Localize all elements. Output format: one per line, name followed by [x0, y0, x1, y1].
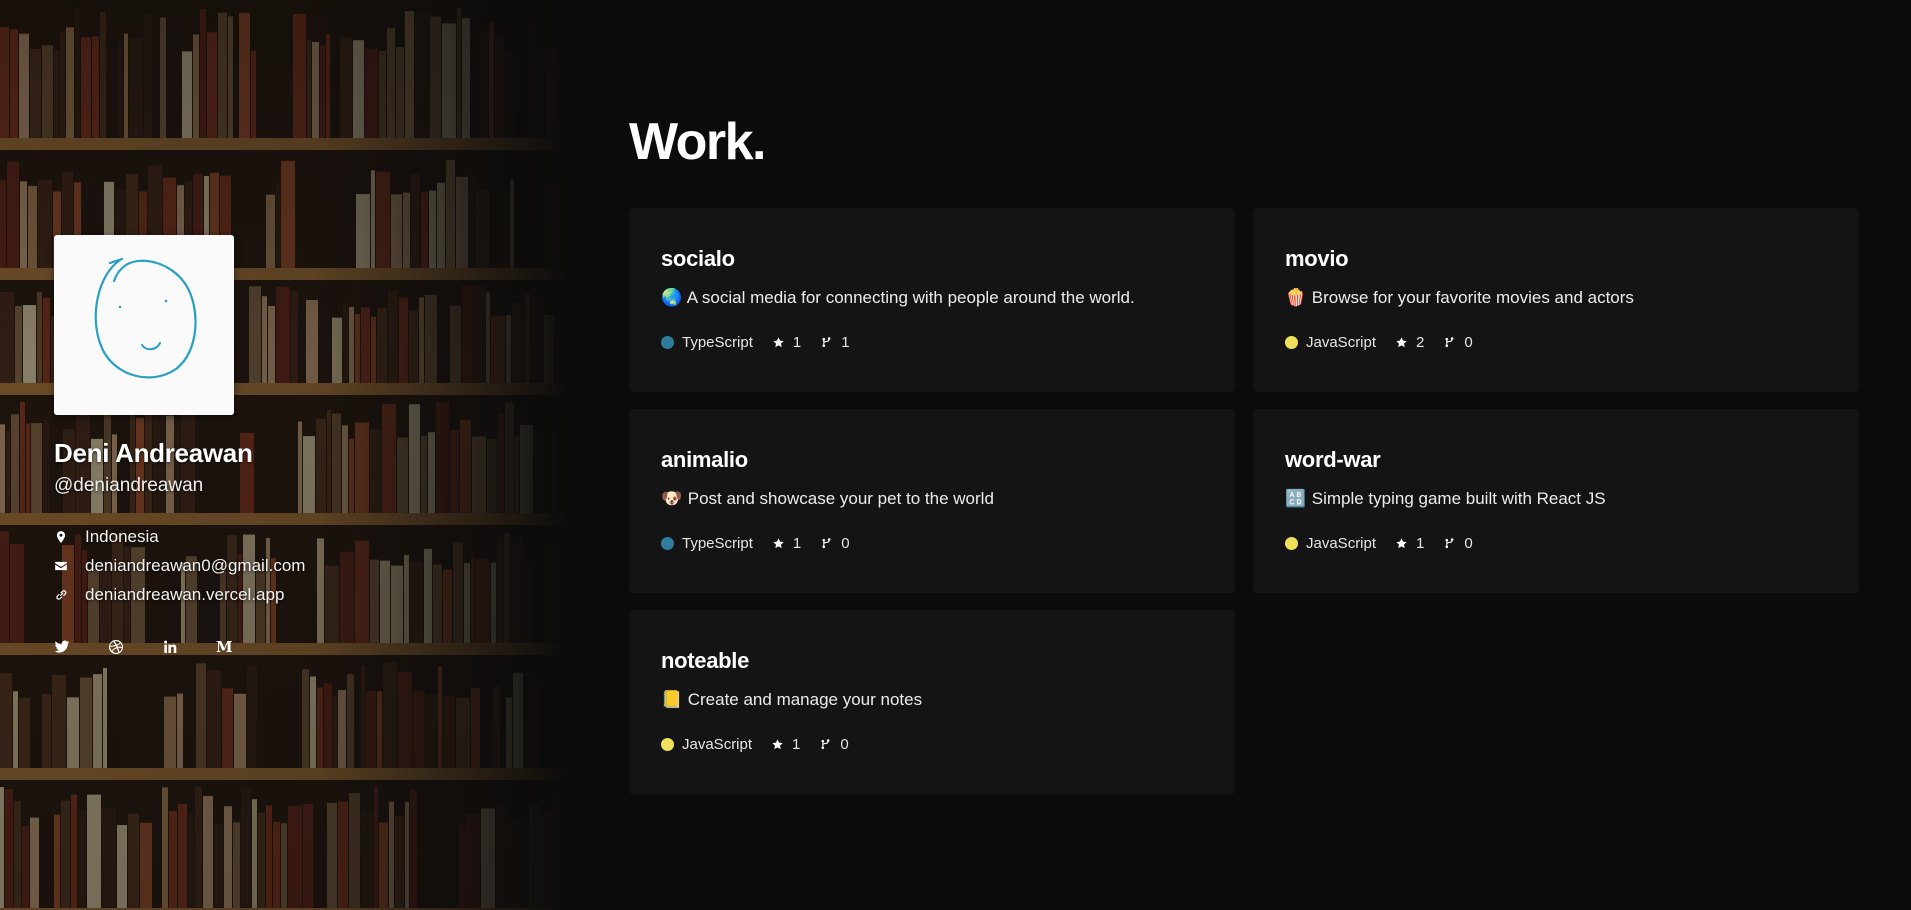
repo-language: JavaScript [682, 736, 753, 753]
repo-stars: 1 [792, 736, 801, 753]
repo-language: JavaScript [1306, 334, 1377, 351]
work-section: Work. socialo 🌏 A social media for connec… [572, 0, 1911, 910]
repo-meta: TypeScript 1 0 [661, 535, 869, 552]
repo-description-text: Create and manage your notes [687, 690, 923, 709]
repo-title[interactable]: socialo [661, 246, 735, 272]
repo-description-text: A social media for connecting with peopl… [686, 288, 1135, 307]
language-dot [1285, 537, 1298, 550]
repo-description: 🍿 Browse for your favorite movies and ac… [1285, 288, 1634, 308]
repo-description: 🔠 Simple typing game built with React JS [1285, 489, 1606, 509]
linkedin-link[interactable] [162, 637, 216, 657]
repo-description: 📒 Create and manage your notes [661, 690, 922, 710]
social-links: M [54, 637, 270, 657]
repo-language: JavaScript [1306, 535, 1377, 552]
profile-handle: @deniandreawan [54, 475, 204, 496]
dribbble-icon [109, 640, 123, 654]
hand-drawn-smiley-avatar [94, 257, 197, 379]
repo-description-text: Post and showcase your pet to the world [687, 489, 994, 508]
repo-stars: 1 [792, 334, 802, 351]
repo-card-word-war[interactable]: word-war 🔠 Simple typing game built with … [1253, 409, 1859, 593]
dribbble-link[interactable] [108, 637, 162, 657]
star-icon [772, 537, 785, 550]
linkedin-icon [164, 640, 177, 653]
language-dot [661, 537, 674, 550]
repo-forks: 0 [841, 535, 850, 552]
repo-language: TypeScript [682, 334, 753, 351]
profile-name: Deni Andreawan [54, 438, 253, 468]
star-icon [1395, 336, 1408, 349]
repo-emoji: 🍿 [1285, 288, 1307, 307]
website-row[interactable]: deniandreawan.vercel.app [54, 580, 305, 609]
location-text: Indonesia [85, 526, 159, 546]
repo-card-noteable[interactable]: noteable 📒 Create and manage your notes Ja… [629, 610, 1235, 794]
repo-description-text: Simple typing game built with React JS [1311, 489, 1606, 508]
portfolio-page: Deni Andreawan @deniandreawan Indonesia … [0, 0, 1911, 910]
repo-stars: 1 [792, 535, 802, 552]
fork-icon [1443, 537, 1456, 550]
fork-icon [820, 537, 833, 550]
repo-emoji: 🐶 [661, 489, 683, 508]
language-dot [661, 336, 674, 349]
language-dot [1285, 336, 1298, 349]
repo-forks: 0 [1464, 535, 1473, 552]
profile-sidebar: Deni Andreawan @deniandreawan Indonesia … [0, 0, 572, 910]
repo-stars: 1 [1416, 535, 1425, 552]
email-row[interactable]: deniandreawan0@gmail.com [54, 551, 305, 580]
repo-description: 🐶 Post and showcase your pet to the worl… [661, 489, 994, 509]
repo-card-animalio[interactable]: animalio 🐶 Post and showcase your pet to … [629, 409, 1235, 593]
medium-icon: M [216, 638, 233, 656]
repo-emoji: 🔠 [1285, 489, 1307, 508]
repo-meta: JavaScript 1 0 [1285, 535, 1492, 552]
repo-card-socialo[interactable]: socialo 🌏 A social media for connecting w… [629, 208, 1235, 392]
repo-card-movio[interactable]: movio 🍿 Browse for your favorite movies a… [1253, 208, 1859, 392]
twitter-icon [54, 640, 70, 653]
repo-stars: 2 [1416, 334, 1425, 351]
star-icon [1395, 537, 1408, 550]
repo-forks: 0 [1464, 334, 1473, 351]
repo-meta: JavaScript 2 0 [1285, 334, 1492, 351]
envelope-icon [54, 559, 68, 573]
repo-description: 🌏 A social media for connecting with peo… [661, 288, 1135, 308]
avatar [54, 235, 234, 415]
medium-link[interactable]: M [216, 637, 270, 657]
fork-icon [819, 738, 832, 751]
repo-emoji: 📒 [661, 690, 683, 709]
fork-icon [820, 336, 833, 349]
star-icon [771, 738, 784, 751]
repo-meta: TypeScript 1 1 [661, 334, 869, 351]
repo-emoji: 🌏 [661, 288, 683, 307]
repo-description-text: Browse for your favorite movies and acto… [1311, 288, 1634, 307]
profile-info-list: Indonesia deniandreawan0@gmail.com denia… [54, 522, 305, 609]
twitter-link[interactable] [54, 637, 108, 657]
language-dot [661, 738, 674, 751]
email-link[interactable]: deniandreawan0@gmail.com [85, 556, 305, 576]
repo-forks: 1 [841, 334, 850, 351]
repo-forks: 0 [840, 736, 849, 753]
fork-icon [1443, 336, 1456, 349]
repo-title[interactable]: word-war [1285, 447, 1381, 473]
map-pin-icon [54, 530, 68, 544]
page-title: Work. [629, 113, 767, 171]
repo-language: TypeScript [682, 535, 753, 552]
website-link[interactable]: deniandreawan.vercel.app [85, 585, 284, 605]
repo-title[interactable]: movio [1285, 246, 1349, 272]
link-icon [54, 588, 68, 602]
repo-title[interactable]: noteable [661, 648, 749, 674]
repo-title[interactable]: animalio [661, 447, 748, 473]
repo-meta: JavaScript 1 0 [661, 736, 868, 753]
location-row: Indonesia [54, 522, 305, 551]
star-icon [772, 336, 785, 349]
